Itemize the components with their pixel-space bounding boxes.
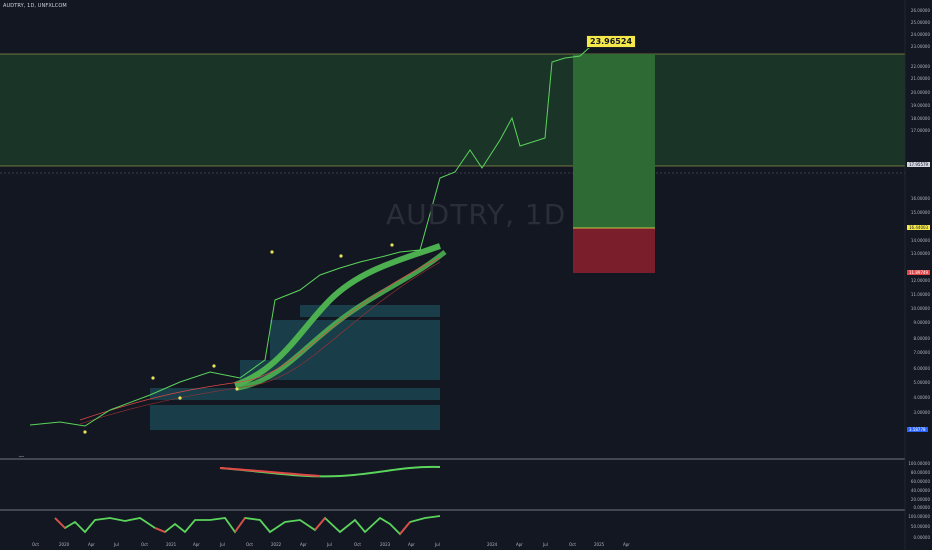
price-tick: 26.00000 [910,8,930,13]
oscillator-1-red [219,467,321,477]
price-tick: 16.00000 [910,196,930,201]
osc2-tick: 100.00000 [908,514,930,519]
price-tick: 10.00000 [910,306,930,311]
time-tick: Apr [193,542,200,547]
time-tick: Apr [623,542,630,547]
price-tick: 13.00000 [910,251,930,256]
price-tick: 7.00000 [913,350,930,355]
time-tick: Apr [300,542,307,547]
time-tick: Oct [32,542,39,547]
time-tick: 2023 [380,542,391,547]
price-tick: 18.00000 [910,116,930,121]
price-tick: 21.00000 [910,76,930,81]
price-tick: 22.00000 [910,64,930,69]
time-tick: 2022 [271,542,282,547]
price-tick: 19.00000 [910,103,930,108]
oscillator-2-line [54,515,441,536]
time-tick: 2021 [166,542,177,547]
snake-icon[interactable]: ∽ [18,452,25,461]
osc2-tick: 0.00000 [913,535,930,540]
target-price-label: 23.96524 [586,35,637,48]
price-tick: 5.00000 [913,380,930,385]
osc1-tick: 60.00000 [910,479,930,484]
current-price-badge: 17.95579 [907,162,931,167]
time-tick: 2024 [487,542,498,547]
low-price-badge: 3.58778 [907,427,928,432]
osc1-tick: 40.00000 [910,488,930,493]
lower-price-badge: 11.89749 [907,270,931,275]
time-tick: Apr [408,542,415,547]
price-tick: 14.00000 [910,238,930,243]
price-tick: 6.00000 [913,366,930,371]
time-tick: Oct [354,542,361,547]
price-tick: 17.00000 [910,128,930,133]
time-tick: Oct [246,542,253,547]
time-tick: Oct [569,542,576,547]
volume-profile [150,305,440,430]
price-tick: 9.00000 [913,320,930,325]
time-tick: Jul [543,542,548,547]
stop-price-badge: 16.44003 [907,225,931,230]
osc1-tick: 80.00000 [910,470,930,475]
time-tick: Jul [220,542,225,547]
osc1-tick: 100.00000 [908,461,930,466]
osc2-tick: 50.00000 [910,524,930,529]
time-tick: 2025 [594,542,605,547]
oscillator-1-line [219,465,441,478]
time-tick: Oct [141,542,148,547]
price-tick: 24.00000 [910,32,930,37]
osc1-tick: 20.00000 [910,497,930,502]
osc1-tick: 0.00000 [913,505,930,510]
price-tick: 8.00000 [913,336,930,341]
time-tick: 2020 [59,542,70,547]
time-tick: Jul [114,542,119,547]
range-zone [0,54,905,166]
price-tick: 25.00000 [910,20,930,25]
chart-canvas[interactable] [0,0,932,550]
time-tick: Apr [88,542,95,547]
symbol-watermark: AUDTRY, 1D [386,198,567,231]
price-tick: 15.00000 [910,210,930,215]
oscillator-2-red-segments [54,517,411,535]
price-tick: 11.00000 [910,292,930,297]
price-tick: 23.00000 [910,44,930,49]
price-tick: 3.00000 [913,410,930,415]
time-tick: Jul [327,542,332,547]
price-tick: 20.00000 [910,90,930,95]
time-tick: Apr [516,542,523,547]
time-tick: Jul [435,542,440,547]
symbol-header[interactable]: AUDTRY, 1D, UNFXLCOM [3,3,67,9]
loss-zone[interactable] [573,228,655,273]
price-tick: 12.00000 [910,278,930,283]
profit-zone[interactable] [573,54,655,228]
price-tick: 4.00000 [913,395,930,400]
